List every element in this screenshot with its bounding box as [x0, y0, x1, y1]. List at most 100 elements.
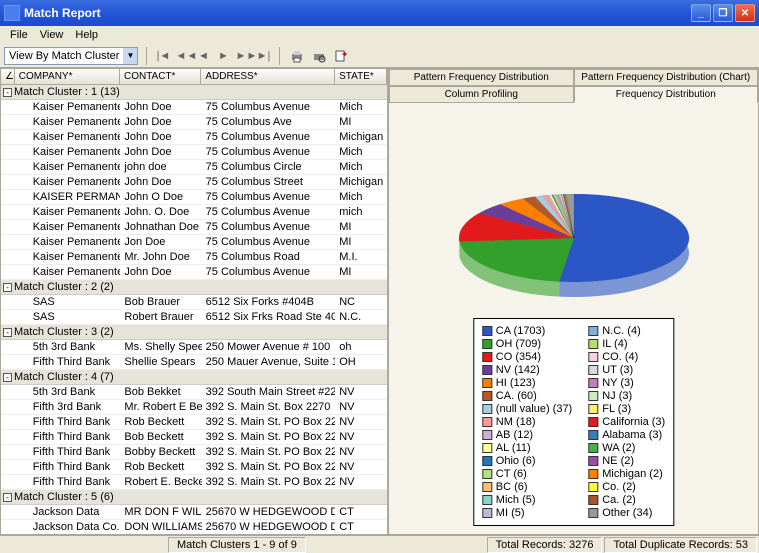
table-row[interactable]: Kaiser PemanenteMr. John Doe75 Columbus … — [1, 250, 387, 265]
table-row[interactable]: Kaiser PemanenteJohn Doe75 Columbus Aven… — [1, 265, 387, 280]
close-button[interactable]: ✕ — [735, 4, 755, 22]
chart-legend: CA (1703)OH (709)CO (354)NV (142)HI (123… — [473, 318, 674, 526]
legend-item: NV (142) — [482, 364, 572, 376]
table-row[interactable]: SASRobert Brauer6512 Six Frks Road Ste 4… — [1, 310, 387, 325]
view-mode-combo[interactable]: View By Match Cluster ▼ — [4, 47, 138, 65]
legend-label: BC (6) — [496, 481, 528, 493]
expand-col[interactable]: ∠ — [1, 69, 15, 84]
menu-view[interactable]: View — [34, 29, 70, 41]
legend-label: AL (11) — [496, 442, 531, 454]
tab-pfd[interactable]: Pattern Frequency Distribution — [389, 69, 574, 86]
legend-swatch — [588, 469, 598, 479]
legend-label: AB (12) — [496, 429, 533, 441]
export-button[interactable] — [332, 47, 350, 65]
table-row[interactable]: Fifth Third BankBobby Beckett392 S. Main… — [1, 445, 387, 460]
legend-swatch — [482, 417, 492, 427]
collapse-icon[interactable]: - — [3, 283, 12, 292]
legend-swatch — [588, 326, 598, 336]
cluster-header[interactable]: -Match Cluster : 4 (7) — [1, 370, 387, 385]
table-row[interactable]: Fifth Third BankRob Beckett392 S. Main S… — [1, 415, 387, 430]
print-button[interactable] — [288, 47, 306, 65]
table-row[interactable]: Kaiser PemanenteJohn Doe75 Columbus Aven… — [1, 145, 387, 160]
legend-swatch — [588, 417, 598, 427]
status-total: Total Records: 3276 — [487, 537, 603, 553]
print-preview-button[interactable] — [310, 47, 328, 65]
legend-label: NY (3) — [602, 377, 634, 389]
fwd-button[interactable]: ► — [215, 48, 231, 64]
cluster-header[interactable]: -Match Cluster : 5 (6) — [1, 490, 387, 505]
legend-label: IL (4) — [602, 338, 627, 350]
status-bar: Match Clusters 1 - 9 of 9 Total Records:… — [0, 535, 759, 553]
legend-item: BC (6) — [482, 481, 572, 493]
legend-item: FL (3) — [588, 403, 665, 415]
chevron-down-icon: ▼ — [123, 48, 137, 64]
table-row[interactable]: Fifth Third BankBob Beckett392 S. Main S… — [1, 430, 387, 445]
collapse-icon[interactable]: - — [3, 88, 12, 97]
table-row[interactable]: SASBob Brauer6512 Six Forks #404BNC — [1, 295, 387, 310]
next-button[interactable]: ►► — [235, 48, 251, 64]
legend-item: UT (3) — [588, 364, 665, 376]
collapse-icon[interactable]: - — [3, 493, 12, 502]
table-row[interactable]: Kaiser PemanenteJohn Doe75 Columbus Aven… — [1, 130, 387, 145]
table-row[interactable]: Kaiser PemanenteJon Doe75 Columbus Avenu… — [1, 235, 387, 250]
table-row[interactable]: Jackson DataMR DON F WILLIAMS25670 W HED… — [1, 505, 387, 520]
legend-item: CT (6) — [482, 468, 572, 480]
menu-file[interactable]: File — [4, 29, 34, 41]
minimize-button[interactable]: _ — [691, 4, 711, 22]
pie-chart — [444, 183, 704, 313]
legend-swatch — [588, 391, 598, 401]
collapse-icon[interactable]: - — [3, 328, 12, 337]
legend-label: NV (142) — [496, 364, 540, 376]
tab-fd[interactable]: Frequency Distribution — [574, 86, 759, 103]
table-row[interactable]: Kaiser Pemanentejohn doe75 Columbus Circ… — [1, 160, 387, 175]
legend-label: HI (123) — [496, 377, 536, 389]
legend-item: HI (123) — [482, 377, 572, 389]
legend-swatch — [482, 391, 492, 401]
tab-pfdc[interactable]: Pattern Frequency Distribution (Chart) — [574, 69, 759, 86]
maximize-button[interactable]: ❐ — [713, 4, 733, 22]
table-row[interactable]: Jackson Data Co.DON WILLIAMS25670 W HEDG… — [1, 520, 387, 534]
legend-swatch — [482, 508, 492, 518]
back-button[interactable]: ◄ — [195, 48, 211, 64]
table-row[interactable]: Fifth Third BankRob Beckett392 S. Main S… — [1, 460, 387, 475]
table-row[interactable]: Kaiser PemanenteJohn. O. Doe75 Columbus … — [1, 205, 387, 220]
status-dupes: Total Duplicate Records: 53 — [604, 537, 757, 553]
legend-label: N.C. (4) — [602, 325, 641, 337]
col-address[interactable]: ADDRESS* — [201, 69, 335, 84]
table-row[interactable]: Kaiser PemanenteJohn Doe75 Columbus Stre… — [1, 175, 387, 190]
table-row[interactable]: Kaiser PemanenteJohn Doe75 Columbus AveM… — [1, 115, 387, 130]
legend-swatch — [588, 365, 598, 375]
legend-swatch — [588, 339, 598, 349]
cluster-header[interactable]: -Match Cluster : 3 (2) — [1, 325, 387, 340]
first-button[interactable]: |◄ — [155, 48, 171, 64]
legend-label: Ohio (6) — [496, 455, 536, 467]
table-row[interactable]: 5th 3rd BankBob Bekket392 South Main Str… — [1, 385, 387, 400]
last-button[interactable]: ►| — [255, 48, 271, 64]
table-row[interactable]: Kaiser PemanenteJohn Doe75 Columbus Aven… — [1, 100, 387, 115]
collapse-icon[interactable]: - — [3, 373, 12, 382]
menu-help[interactable]: Help — [69, 29, 104, 41]
table-row[interactable]: Fifth Third BankRobert E. Beckett392 S. … — [1, 475, 387, 490]
table-row[interactable]: 5th 3rd BankMs. Shelly Speers250 Mower A… — [1, 340, 387, 355]
legend-item: OH (709) — [482, 338, 572, 350]
cluster-header[interactable]: -Match Cluster : 1 (13) — [1, 85, 387, 100]
col-company[interactable]: COMPANY* — [15, 69, 120, 84]
table-row[interactable]: Kaiser PemanenteJohnathan Doe75 Columbus… — [1, 220, 387, 235]
prev-button[interactable]: ◄◄ — [175, 48, 191, 64]
grid-body[interactable]: -Match Cluster : 1 (13)Kaiser PemanenteJ… — [1, 85, 387, 534]
legend-label: Alabama (3) — [602, 429, 662, 441]
table-row[interactable]: Fifth Third BankShellie Spears250 Mauer … — [1, 355, 387, 370]
col-state[interactable]: STATE* — [335, 69, 387, 84]
legend-swatch — [588, 430, 598, 440]
data-grid: ∠ COMPANY* CONTACT* ADDRESS* STATE* -Mat… — [0, 68, 388, 535]
table-row[interactable]: Fifth 3rd BankMr. Robert E Beckett392 S.… — [1, 400, 387, 415]
legend-swatch — [588, 495, 598, 505]
legend-item: MI (5) — [482, 507, 572, 519]
table-row[interactable]: KAISER PERMAN...John O Doe75 Columbus Av… — [1, 190, 387, 205]
col-contact[interactable]: CONTACT* — [120, 69, 201, 84]
cluster-header[interactable]: -Match Cluster : 2 (2) — [1, 280, 387, 295]
legend-label: Ca. (2) — [602, 494, 636, 506]
legend-label: Michigan (2) — [602, 468, 663, 480]
legend-label: CA (1703) — [496, 325, 546, 337]
tab-cp[interactable]: Column Profiling — [389, 86, 574, 103]
